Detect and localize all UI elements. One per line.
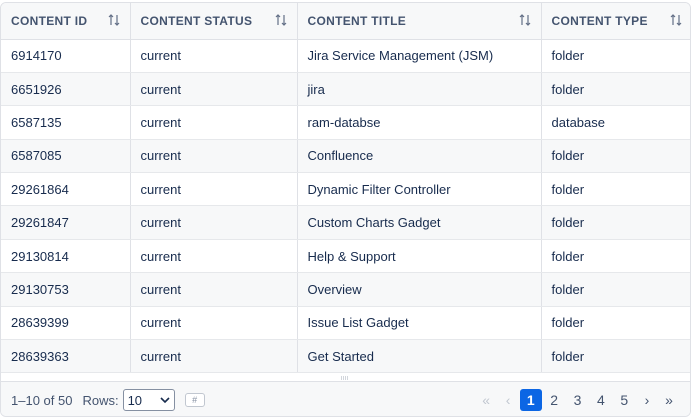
content-title-cell: jira <box>297 72 542 107</box>
content-type-cell: folder <box>541 72 690 107</box>
hash-icon: # <box>192 395 198 405</box>
first-page-button[interactable]: « <box>475 392 497 408</box>
content-table-panel: CONTENT ID CONTENT STATUS CONTENT TITLE … <box>0 2 691 417</box>
content-title-cell: Get Started <box>297 339 542 374</box>
content-status-cell: current <box>130 39 298 73</box>
pagination-range: 1–10 of 50 <box>11 392 73 408</box>
content-title-cell: Help & Support <box>297 239 542 274</box>
content-title-cell: Confluence <box>297 139 542 174</box>
content-table: CONTENT ID CONTENT STATUS CONTENT TITLE … <box>1 3 690 374</box>
rows-per-page-value: 10 <box>127 392 143 408</box>
content-type-cell: folder <box>541 239 690 274</box>
content-type-cell: database <box>541 105 690 140</box>
content-id-cell: 29261864 <box>1 172 131 207</box>
page-button-3[interactable]: 3 <box>567 389 589 411</box>
content-id-cell: 29261847 <box>1 205 131 240</box>
content-title-cell: Jira Service Management (JSM) <box>297 39 542 73</box>
content-type-cell: folder <box>541 205 690 240</box>
content-status-cell: current <box>130 139 298 174</box>
content-id-cell: 29130814 <box>1 239 131 274</box>
content-title-cell: Overview <box>297 272 542 307</box>
previous-page-button[interactable]: ‹ <box>497 392 519 408</box>
content-id-cell: 28639399 <box>1 306 131 341</box>
content-id-cell: 6651926 <box>1 72 131 107</box>
jump-to-page-button[interactable]: # <box>184 393 205 407</box>
sort-icon[interactable] <box>108 14 120 26</box>
column-header-label: CONTENT TYPE <box>551 13 648 28</box>
column-header-content-type[interactable]: CONTENT TYPE <box>541 3 690 40</box>
column-header-label: CONTENT TITLE <box>307 13 407 28</box>
content-title-cell: Issue List Gadget <box>297 306 542 341</box>
content-status-cell: current <box>130 172 298 207</box>
content-type-cell: folder <box>541 172 690 207</box>
table-body: 6914170 current Jira Service Management (J… <box>1 39 690 374</box>
next-page-button[interactable]: › <box>636 392 658 408</box>
column-header-content-status[interactable]: CONTENT STATUS <box>130 3 298 40</box>
content-status-cell: current <box>130 272 298 307</box>
sort-icon[interactable] <box>519 14 531 26</box>
table-row[interactable]: 6587135 current ram-databse database <box>1 105 690 140</box>
content-status-cell: current <box>130 239 298 274</box>
table-header: CONTENT ID CONTENT STATUS CONTENT TITLE … <box>1 3 690 40</box>
rows-per-page-select[interactable]: 10 <box>122 389 175 411</box>
column-header-label: CONTENT STATUS <box>140 13 253 28</box>
content-title-cell: Custom Charts Gadget <box>297 205 542 240</box>
content-status-cell: current <box>130 339 298 374</box>
content-type-cell: folder <box>541 272 690 307</box>
content-id-cell: 6914170 <box>1 39 131 73</box>
page-button-5[interactable]: 5 <box>613 389 635 411</box>
column-header-label: CONTENT ID <box>11 13 88 28</box>
content-id-cell: 28639363 <box>1 339 131 374</box>
content-type-cell: folder <box>541 39 690 73</box>
content-id-cell: 6587085 <box>1 139 131 174</box>
page-button-1[interactable]: 1 <box>519 389 542 411</box>
table-row[interactable]: 29261864 current Dynamic Filter Controller… <box>1 172 690 207</box>
content-status-cell: current <box>130 306 298 341</box>
table-row[interactable]: 6914170 current Jira Service Management (J… <box>1 39 690 73</box>
rows-per-page-label: Rows: <box>82 392 119 408</box>
sort-icon[interactable] <box>670 14 682 26</box>
table-row[interactable]: 28639363 current Get Started folder <box>1 339 690 374</box>
content-id-cell: 6587135 <box>1 105 131 140</box>
page-button-2[interactable]: 2 <box>543 389 565 411</box>
sort-icon[interactable] <box>275 14 287 26</box>
content-type-cell: folder <box>541 306 690 341</box>
content-id-cell: 29130753 <box>1 272 131 307</box>
page-button-4[interactable]: 4 <box>590 389 612 411</box>
content-type-cell: folder <box>541 339 690 374</box>
column-header-content-title[interactable]: CONTENT TITLE <box>297 3 542 40</box>
chevron-down-icon <box>160 397 170 404</box>
table-row[interactable]: 28639399 current Issue List Gadget folder <box>1 306 690 341</box>
table-row[interactable]: 29130753 current Overview folder <box>1 272 690 307</box>
content-title-cell: Dynamic Filter Controller <box>297 172 542 207</box>
content-status-cell: current <box>130 105 298 140</box>
pagination-footer: 1–10 of 50 Rows: 10 # « ‹ 1 2 3 4 5 › » <box>1 381 690 416</box>
table-row[interactable]: 6587085 current Confluence folder <box>1 139 690 174</box>
content-status-cell: current <box>130 72 298 107</box>
content-title-cell: ram-databse <box>297 105 542 140</box>
pagination: « ‹ 1 2 3 4 5 › » <box>475 389 680 411</box>
table-row[interactable]: 29130814 current Help & Support folder <box>1 239 690 274</box>
content-status-cell: current <box>130 205 298 240</box>
content-type-cell: folder <box>541 139 690 174</box>
last-page-button[interactable]: » <box>658 392 680 408</box>
table-row[interactable]: 29261847 current Custom Charts Gadget folde… <box>1 205 690 240</box>
table-row[interactable]: 6651926 current jira folder <box>1 72 690 107</box>
column-header-content-id[interactable]: CONTENT ID <box>1 3 131 40</box>
